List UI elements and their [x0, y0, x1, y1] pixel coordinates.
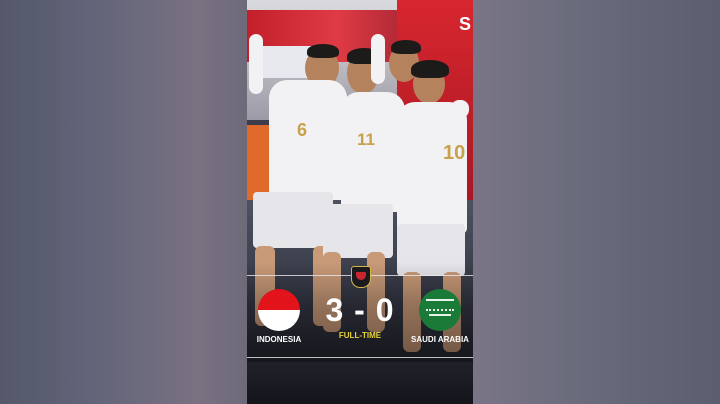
- raised-arm: [451, 100, 469, 118]
- blurred-background-right: [473, 0, 720, 404]
- blurred-background-left: [0, 0, 247, 404]
- divider-bottom: [247, 357, 473, 358]
- match-status: FULL-TIME: [338, 331, 382, 340]
- video-frame[interactable]: S 6 11 10 3 - 0 FULL-TIME INDONESIA SAUD…: [247, 0, 473, 404]
- jersey-number: 11: [357, 130, 375, 149]
- player-jersey: 6: [269, 80, 347, 200]
- saudi-arabia-flag-icon: [419, 289, 461, 331]
- jersey-number: 10: [443, 142, 466, 164]
- indonesia-flag-icon: [258, 289, 300, 331]
- jersey-number: 6: [297, 120, 308, 140]
- player-jersey: 10: [397, 102, 467, 234]
- player-jersey: 11: [341, 92, 405, 212]
- player-hair: [391, 40, 421, 54]
- away-score: 0: [375, 292, 395, 328]
- score-separator: -: [354, 292, 366, 328]
- banner-letter: S: [458, 14, 471, 34]
- final-score: 3 - 0: [307, 292, 413, 329]
- home-team-name: INDONESIA: [256, 335, 302, 344]
- player-hair: [307, 44, 339, 58]
- away-team-name: SAUDI ARABIA: [411, 335, 469, 344]
- tournament-crest-icon: [351, 266, 371, 288]
- player-hair: [411, 60, 449, 78]
- player-shorts: [323, 204, 393, 258]
- bottom-band: [247, 362, 473, 404]
- player-shorts: [253, 192, 333, 248]
- raised-arm: [249, 34, 263, 94]
- home-score: 3: [325, 292, 345, 328]
- raised-arm: [371, 34, 385, 84]
